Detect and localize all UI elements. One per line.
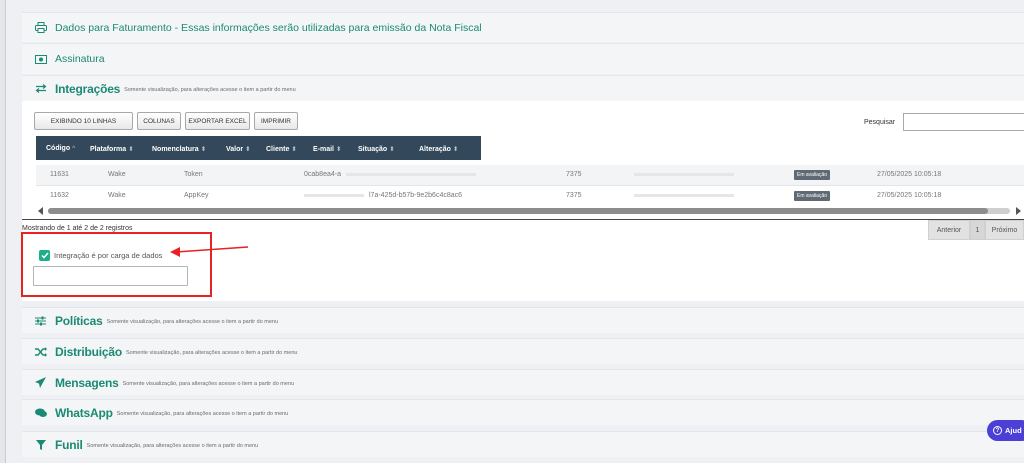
chat-icon [34, 407, 47, 419]
redacted-value [346, 173, 476, 176]
highlight-box [21, 232, 212, 297]
section-subtitle: Somente visualização, para alterações ac… [106, 318, 279, 325]
export-excel-button[interactable]: EXPORTAR EXCEL [185, 112, 250, 130]
column-header-alteracao[interactable]: Alteração ⬍ [419, 145, 458, 153]
question-icon: ? [993, 426, 1002, 435]
cell-nomenclatura: AppKey [184, 192, 209, 199]
section-politicas[interactable]: Políticas Somente visualização, para alt… [22, 307, 1024, 333]
cell-codigo: 11631 [50, 171, 69, 178]
section-integracoes[interactable]: Integrações Somente visualização, para a… [22, 75, 1024, 101]
section-title: Integrações [55, 81, 121, 96]
prev-page-button[interactable]: Anterior [928, 220, 970, 240]
cell-plataforma: Wake [108, 192, 126, 199]
section-title: Distribuição [55, 344, 122, 359]
section-faturamento[interactable]: Dados para Faturamento - Essas informaçõ… [22, 12, 1024, 42]
section-subtitle: Somente visualização, para alterações ac… [125, 349, 298, 356]
cell-email: 7375 [566, 171, 582, 178]
redacted-value [634, 173, 734, 176]
divider [22, 219, 1024, 220]
section-mensagens[interactable]: Mensagens Somente visualização, para alt… [22, 369, 1024, 395]
section-title: Mensagens [55, 375, 119, 390]
search-input[interactable] [903, 113, 1024, 131]
scroll-right-icon[interactable] [1016, 207, 1021, 215]
money-bill-icon [34, 53, 47, 65]
scroll-left-icon[interactable] [38, 207, 43, 215]
table-header: Código ^ Plataforma ⬍ Nomenclatura ⬍ Valor ⬍… [36, 136, 481, 160]
cell-valor: l7a-425d-b57b-9e2b6c4c8ac6 [369, 192, 463, 199]
table-row[interactable]: 11632 Wake AppKey l7a-425d-b57b-9e2b6c4c… [36, 185, 1024, 205]
status-badge: Em avaliação [794, 170, 831, 180]
section-assinatura[interactable]: Assinatura [22, 43, 1024, 74]
section-subtitle: Somente visualização, para alterações ac… [116, 410, 289, 417]
help-label: Ajud [1005, 426, 1022, 435]
send-icon [34, 377, 47, 389]
cell-alteracao: 27/05/2025 10:05:18 [877, 192, 942, 199]
column-header-email[interactable]: E-mail ⬍ [313, 145, 341, 153]
next-page-button[interactable]: Próximo [985, 220, 1024, 240]
cell-valor: 0cab8ea4-a [304, 171, 341, 178]
section-subtitle: Somente visualização, para alterações ac… [122, 380, 295, 387]
shuffle-icon [34, 346, 47, 358]
left-gutter-border [5, 0, 6, 463]
section-funil[interactable]: Funil Somente visualização, para alteraç… [22, 431, 1024, 457]
table-info: Mostrando de 1 até 2 de 2 registros [22, 225, 133, 232]
status-badge: Em avaliação [794, 191, 831, 201]
cell-email: 7375 [566, 192, 582, 199]
table-row[interactable]: 11631 Wake Token 0cab8ea4-a 7375 Em aval… [36, 165, 1024, 185]
column-header-nomenclatura[interactable]: Nomenclatura ⬍ [152, 145, 206, 153]
redacted-value [634, 194, 734, 197]
exchange-icon [34, 83, 47, 95]
horizontal-scrollbar[interactable] [38, 207, 1024, 215]
column-header-codigo[interactable]: Código ^ [46, 145, 75, 152]
cell-plataforma: Wake [108, 171, 126, 178]
scrollbar-thumb[interactable] [48, 208, 988, 214]
column-header-cliente[interactable]: Cliente ⬍ [266, 145, 297, 153]
column-header-valor[interactable]: Valor ⬍ [226, 145, 251, 153]
column-header-plataforma[interactable]: Plataforma ⬍ [90, 145, 134, 153]
sliders-icon [34, 315, 47, 327]
section-title: Políticas [55, 313, 103, 328]
section-title: Funil [55, 437, 83, 452]
section-whatsapp[interactable]: WhatsApp Somente visualização, para alte… [22, 399, 1024, 425]
show-rows-button[interactable]: EXIBINDO 10 LINHAS [34, 112, 133, 130]
print-button[interactable]: IMPRIMIR [254, 112, 298, 130]
section-title: Dados para Faturamento - Essas informaçõ… [55, 21, 482, 34]
cell-alteracao: 27/05/2025 10:05:18 [877, 171, 942, 178]
cell-codigo: 11632 [50, 192, 69, 199]
section-distribuicao[interactable]: Distribuição Somente visualização, para … [22, 338, 1024, 364]
columns-button[interactable]: COLUNAS [137, 112, 181, 130]
section-subtitle: Somente visualização, para alterações ac… [86, 442, 259, 449]
page-number-button[interactable]: 1 [970, 220, 985, 240]
help-button[interactable]: ? Ajud [987, 420, 1024, 441]
column-header-situacao[interactable]: Situação ⬍ [358, 145, 395, 153]
section-title: Assinatura [55, 53, 105, 65]
cell-nomenclatura: Token [184, 171, 203, 178]
section-title: WhatsApp [55, 405, 113, 420]
filter-icon [34, 439, 47, 451]
section-subtitle: Somente visualização, para alterações ac… [124, 86, 296, 93]
search-label: Pesquisar [864, 119, 896, 126]
printer-icon [34, 22, 47, 34]
redacted-value [304, 194, 364, 197]
